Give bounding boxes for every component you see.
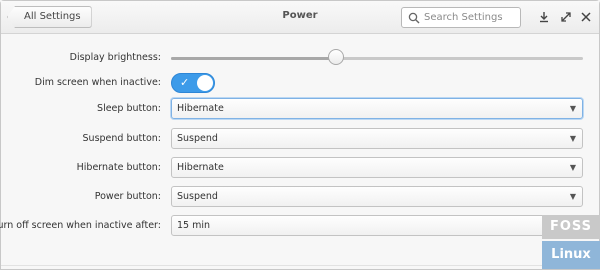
- screen-off-dropdown[interactable]: 15 min ▼: [171, 215, 583, 236]
- power-button-value: Suspend: [177, 191, 218, 202]
- sleep-button-label: Sleep button:: [97, 103, 161, 114]
- hibernate-button-value: Hibernate: [177, 162, 224, 173]
- power-button-label: Power button:: [94, 191, 161, 202]
- hibernate-button-label: Hibernate button:: [76, 162, 161, 173]
- all-settings-label: All Settings: [24, 11, 81, 22]
- brightness-slider-fill: [171, 57, 336, 60]
- watermark-line-1: FOSS: [542, 215, 600, 239]
- suspend-button-value: Suspend: [177, 133, 218, 144]
- watermark-line-2: Linux: [542, 241, 600, 269]
- toggle-knob: [197, 75, 213, 91]
- dim-screen-toggle[interactable]: ✓: [171, 73, 215, 93]
- title-bar: All Settings Power: [1, 1, 599, 34]
- chevron-down-icon: ▼: [569, 134, 576, 143]
- search-icon: [408, 12, 420, 24]
- chevron-down-icon: ▼: [569, 192, 576, 201]
- divider: [1, 265, 599, 266]
- chevron-down-icon: ▼: [569, 163, 576, 172]
- screen-off-value: 15 min: [177, 220, 211, 231]
- search-box[interactable]: [401, 7, 521, 28]
- power-settings-panel: Display brightness: Dim screen when inac…: [0, 35, 599, 270]
- brightness-label: Display brightness:: [69, 52, 161, 63]
- close-icon[interactable]: [579, 10, 593, 24]
- checkmark-icon: ✓: [180, 76, 190, 89]
- hibernate-button-dropdown[interactable]: Hibernate ▼: [171, 157, 583, 178]
- brightness-slider[interactable]: [171, 57, 583, 60]
- sleep-button-value: Hibernate: [177, 103, 224, 114]
- all-settings-button[interactable]: All Settings: [7, 6, 92, 28]
- dim-screen-label: Dim screen when inactive:: [34, 77, 161, 88]
- brightness-slider-handle[interactable]: [327, 49, 344, 65]
- chevron-down-icon: ▼: [569, 104, 576, 113]
- search-input[interactable]: [424, 10, 518, 25]
- maximize-icon[interactable]: [559, 10, 573, 24]
- suspend-button-label: Suspend button:: [82, 133, 161, 144]
- screen-off-label: Turn off screen when inactive after:: [0, 220, 161, 231]
- suspend-button-dropdown[interactable]: Suspend ▼: [171, 128, 583, 149]
- download-icon[interactable]: [537, 10, 551, 24]
- settings-window: All Settings Power Display brightness: D…: [0, 0, 600, 270]
- sleep-button-dropdown[interactable]: Hibernate ▼: [171, 98, 583, 119]
- power-button-dropdown[interactable]: Suspend ▼: [171, 186, 583, 207]
- watermark-logo: FOSS Linux: [542, 215, 600, 269]
